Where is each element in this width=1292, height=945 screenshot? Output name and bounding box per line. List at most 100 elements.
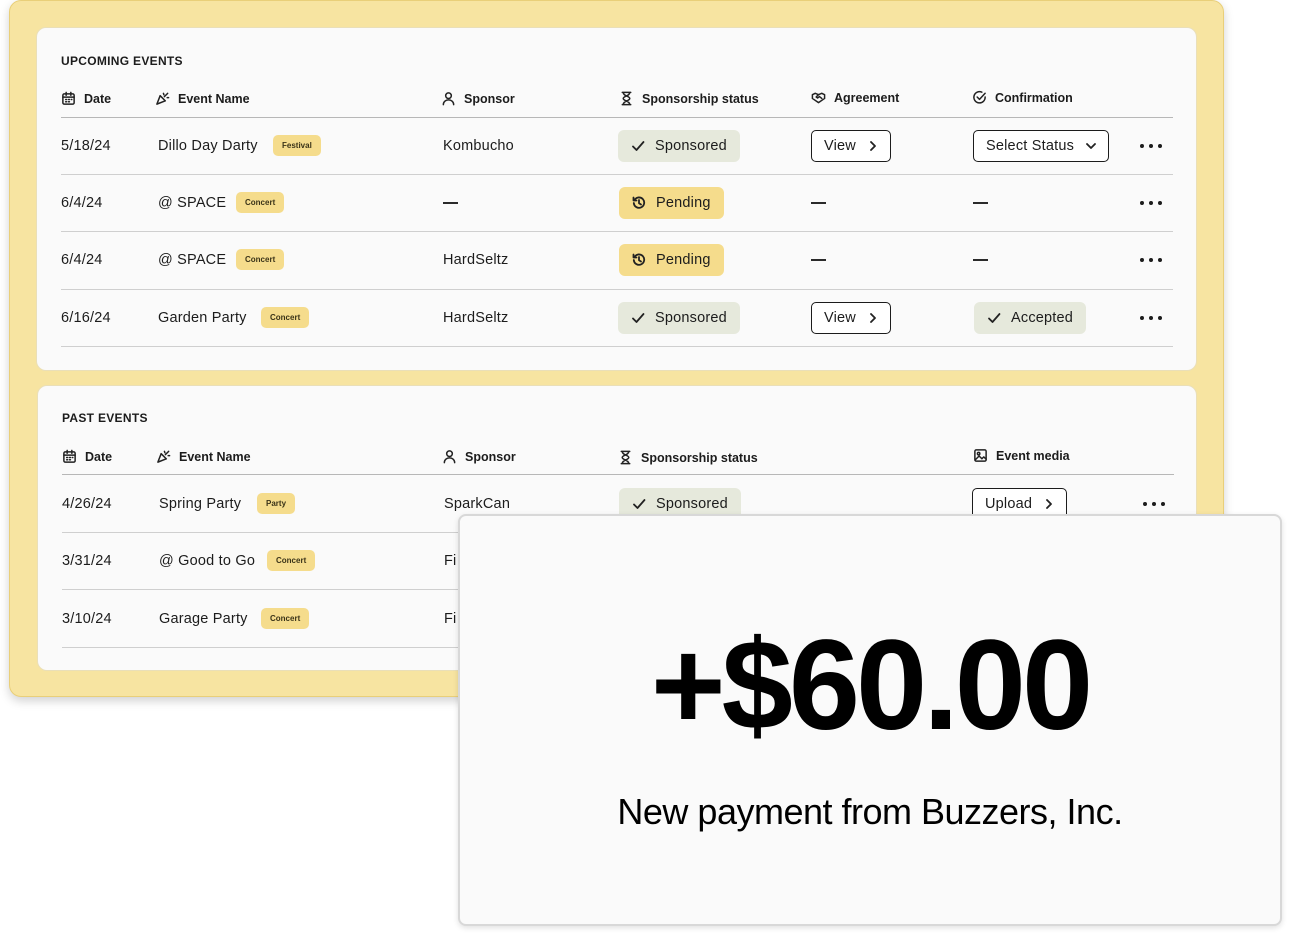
button-label: View <box>824 310 856 326</box>
image-icon <box>974 449 987 462</box>
button-label: View <box>824 138 856 154</box>
more-options-icon[interactable] <box>1140 256 1162 264</box>
check-icon <box>632 313 645 323</box>
sponsor-name: HardSeltz <box>443 310 509 326</box>
person-icon <box>443 450 456 464</box>
event-type-badge: Festival <box>273 135 321 156</box>
column-header-date[interactable]: Date <box>62 449 112 464</box>
event-name[interactable]: @ Good to Go <box>159 553 255 569</box>
sponsor-name: Fi <box>444 611 457 627</box>
status-label: Sponsored <box>656 496 728 512</box>
check-circle-icon <box>973 90 986 104</box>
column-header-event-name[interactable]: Event Name <box>155 91 250 106</box>
column-header-sponsor[interactable]: Sponsor <box>441 91 515 106</box>
button-label: Upload <box>985 496 1033 512</box>
view-agreement-button[interactable]: View <box>811 302 891 334</box>
event-date: 3/10/24 <box>62 611 112 627</box>
header-divider <box>61 117 1173 118</box>
row-divider <box>61 231 1173 232</box>
empty-agreement-dash <box>811 259 826 261</box>
chevron-right-icon <box>870 313 876 323</box>
column-header-sponsor[interactable]: Sponsor <box>442 449 516 464</box>
chevron-right-icon <box>870 141 876 151</box>
status-badge-sponsored: Sponsored <box>618 130 740 162</box>
event-name[interactable]: Spring Party <box>159 496 241 512</box>
row-divider <box>61 289 1173 290</box>
sponsor-name: Kombucho <box>443 138 514 154</box>
row-divider <box>61 174 1173 175</box>
column-header-label: Sponsorship status <box>641 450 758 465</box>
empty-confirmation-dash <box>973 202 988 204</box>
person-icon <box>442 92 455 106</box>
event-name[interactable]: @ SPACE <box>158 252 226 268</box>
column-header-event-name[interactable]: Event Name <box>156 449 251 464</box>
column-header-label: Event media <box>996 448 1070 463</box>
sponsor-name: Fi <box>444 553 457 569</box>
column-header-status[interactable]: Sponsorship status <box>618 450 758 465</box>
hourglass-icon <box>621 91 632 106</box>
event-type-badge: Concert <box>261 307 310 328</box>
empty-confirmation-dash <box>973 259 988 261</box>
column-header-agreement[interactable]: Agreement <box>811 90 899 105</box>
status-label: Sponsored <box>655 138 727 154</box>
event-date: 6/4/24 <box>61 252 103 268</box>
calendar-icon <box>62 91 75 105</box>
header-divider <box>62 474 1174 475</box>
event-name[interactable]: Dillo Day Darty <box>158 138 258 154</box>
select-value: Select Status <box>986 138 1075 154</box>
confirmation-status-select[interactable]: Select Status <box>973 130 1110 162</box>
more-options-icon[interactable] <box>1140 142 1162 150</box>
party-popper-icon <box>156 92 170 105</box>
column-header-status[interactable]: Sponsorship status <box>619 91 759 106</box>
event-type-badge: Concert <box>236 192 285 213</box>
status-badge-sponsored: Sponsored <box>618 302 740 334</box>
event-type-badge: Concert <box>267 550 316 571</box>
check-icon <box>632 141 645 151</box>
column-header-label: Sponsor <box>464 91 515 106</box>
event-date: 6/16/24 <box>61 310 111 326</box>
upcoming-events-card: UPCOMING EVENTS Date Event Name Sponsor … <box>36 27 1197 371</box>
event-name[interactable]: Garage Party <box>159 611 248 627</box>
status-badge-pending: Pending <box>619 244 724 276</box>
column-header-label: Agreement <box>834 90 900 105</box>
sponsor-name: SparkCan <box>444 496 511 512</box>
column-header-confirmation[interactable]: Confirmation <box>972 90 1073 105</box>
row-divider <box>61 346 1173 347</box>
column-header-label: Sponsorship status <box>642 91 759 106</box>
column-header-label: Date <box>85 449 113 464</box>
check-icon <box>988 313 1001 323</box>
status-label: Pending <box>656 252 711 268</box>
sponsor-name: HardSeltz <box>443 252 509 268</box>
event-date: 6/4/24 <box>61 195 103 211</box>
more-options-icon[interactable] <box>1140 199 1162 207</box>
view-agreement-button[interactable]: View <box>811 130 891 162</box>
status-badge-pending: Pending <box>619 187 724 219</box>
payment-message: New payment from Buzzers, Inc. <box>617 791 1123 832</box>
empty-sponsor-dash <box>443 202 458 204</box>
event-date: 4/26/24 <box>62 496 112 512</box>
status-label: Sponsored <box>655 310 727 326</box>
more-options-icon[interactable] <box>1143 500 1165 508</box>
column-header-label: Sponsor <box>465 449 516 464</box>
status-label: Pending <box>656 195 711 211</box>
section-title: UPCOMING EVENTS <box>61 54 183 68</box>
column-header-label: Event Name <box>178 91 250 106</box>
history-icon <box>632 253 646 266</box>
payment-notification: +$60.00 New payment from Buzzers, Inc. <box>458 514 1282 926</box>
hourglass-icon <box>620 450 631 465</box>
event-date: 3/31/24 <box>62 553 112 569</box>
column-header-label: Confirmation <box>995 90 1073 105</box>
party-popper-icon <box>157 450 171 463</box>
more-options-icon[interactable] <box>1140 314 1162 322</box>
event-name[interactable]: Garden Party <box>158 310 247 326</box>
event-type-badge: Concert <box>236 249 285 270</box>
empty-agreement-dash <box>811 202 826 204</box>
event-name[interactable]: @ SPACE <box>158 195 226 211</box>
check-icon <box>633 499 646 509</box>
event-type-badge: Party <box>257 493 296 514</box>
chevron-right-icon <box>1046 499 1053 509</box>
calendar-icon <box>63 449 76 463</box>
status-label: Accepted <box>1011 310 1074 326</box>
column-header-event-media[interactable]: Event media <box>973 448 1070 463</box>
column-header-date[interactable]: Date <box>61 91 111 106</box>
